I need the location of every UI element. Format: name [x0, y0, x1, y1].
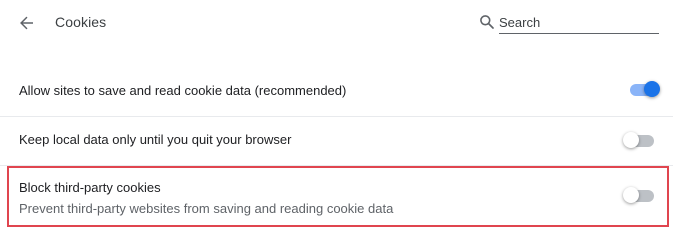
- search-box[interactable]: [479, 12, 659, 34]
- setting-label: Keep local data only until you quit your…: [19, 132, 292, 147]
- setting-row-keep-local-data[interactable]: Keep local data only until you quit your…: [0, 117, 673, 165]
- keep-local-data-toggle[interactable]: [623, 131, 657, 151]
- setting-row-allow-cookies[interactable]: Allow sites to save and read cookie data…: [0, 64, 673, 116]
- setting-label: Allow sites to save and read cookie data…: [19, 83, 347, 98]
- page-title: Cookies: [55, 14, 107, 30]
- search-icon: [480, 15, 494, 29]
- allow-cookies-toggle[interactable]: [627, 80, 661, 100]
- back-button[interactable]: [14, 10, 40, 36]
- arrow-back-icon: [20, 16, 33, 30]
- highlight-box: [7, 166, 669, 227]
- toggle-knob: [644, 81, 660, 97]
- page-header: Cookies: [0, 0, 691, 44]
- cookies-settings-page: Cookies Allow sites to save and read coo…: [0, 0, 691, 244]
- search-input[interactable]: [499, 12, 659, 34]
- toggle-knob: [623, 132, 639, 148]
